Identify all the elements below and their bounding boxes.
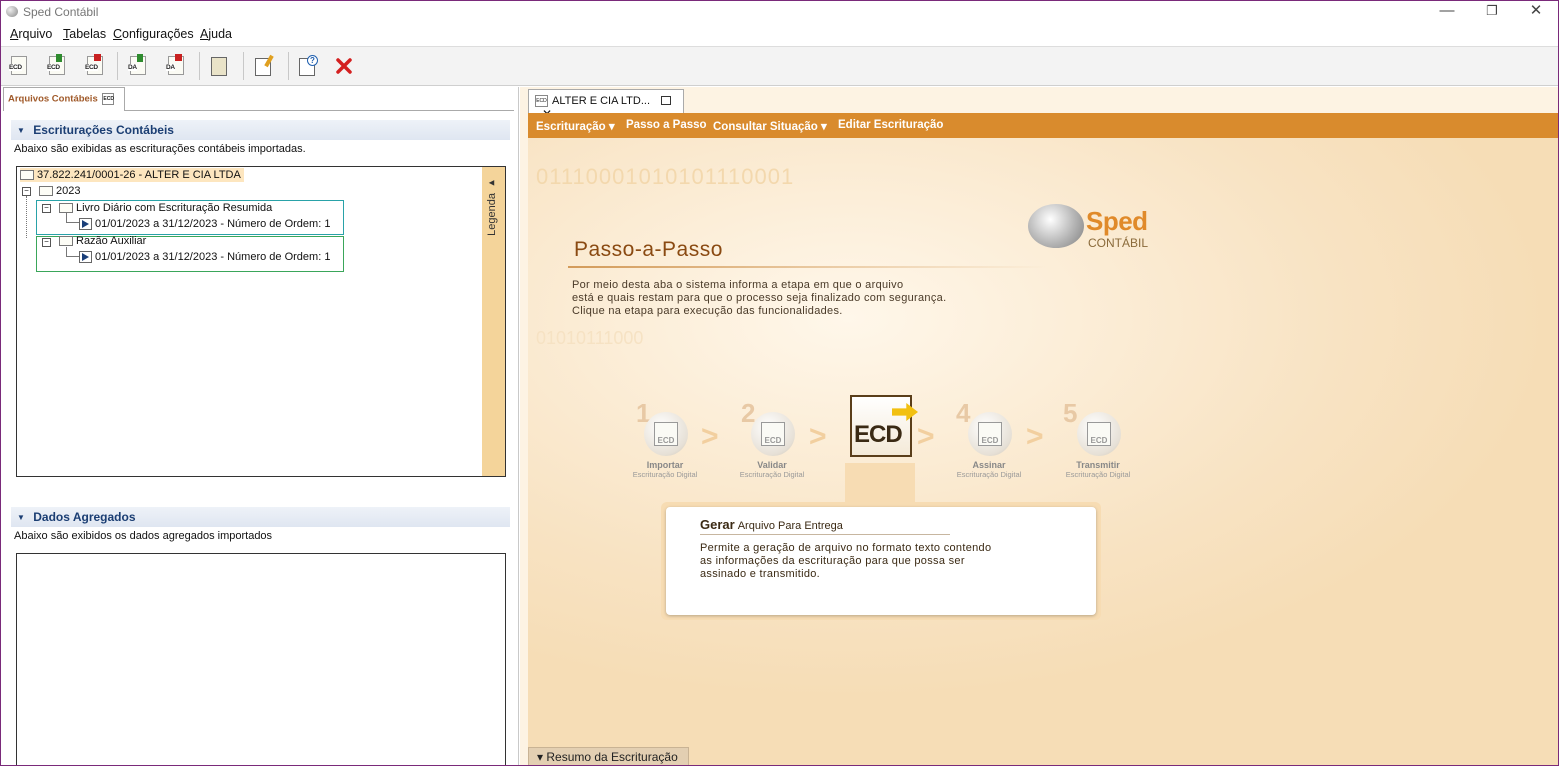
ecd-generate-icon: ECD: [854, 421, 903, 448]
dados-agregados-list: [16, 553, 506, 765]
step-info-box: Gerar Arquivo Para Entrega Permite a gera…: [661, 502, 1101, 620]
folder-icon: [20, 170, 34, 181]
tab-arquivos-contabeis[interactable]: Arquivos Contábeis ECD: [3, 87, 125, 111]
ecd-transmit-icon: ECD: [1087, 422, 1111, 446]
toolbar: ECD ECD ECD DA DA ?: [1, 46, 1558, 86]
minimize-button[interactable]: —: [1424, 1, 1470, 23]
document-flag-icon: [79, 251, 92, 264]
app-icon: [6, 6, 18, 17]
ecd-import-icon: ECD: [654, 422, 678, 446]
tree-node-livro-diario-period[interactable]: 01/01/2023 a 31/12/2023 - Número de Orde…: [79, 218, 330, 231]
chevron-right-icon: >: [701, 420, 719, 453]
orange-menu-bar: Escrituração ▾ Passo a Passo Consultar S…: [528, 113, 1558, 138]
tree-node-livro-diario[interactable]: Livro Diário com Escrituração Resumida: [59, 202, 272, 214]
section-dados-agregados-header[interactable]: ▼ Dados Agregados: [11, 507, 510, 527]
info-heading: Gerar Arquivo Para Entrega: [700, 517, 843, 532]
clipboard-button[interactable]: [208, 55, 230, 77]
collapse-icon[interactable]: −: [42, 204, 51, 213]
menu-bar: Arquivo Tabelas Configurações Ajuda: [1, 23, 1558, 45]
passo-a-passo-panel: 01110001010101110001 01010111000 Sped CO…: [528, 138, 1558, 765]
menu-arquivo[interactable]: Arquivo: [10, 27, 52, 41]
menu-consultar-situacao[interactable]: Consultar Situação ▾: [713, 119, 827, 133]
folder-icon: [59, 236, 73, 247]
tree-node-razao-auxiliar[interactable]: Razão Auxiliar: [59, 235, 146, 247]
folder-icon: [39, 186, 53, 197]
tree-node-year[interactable]: 2023: [39, 185, 80, 197]
ecd-tab-icon: ECD: [535, 95, 548, 108]
ecd-validate-icon: ECD: [761, 422, 785, 446]
legend-sidebar[interactable]: Legenda ▸: [482, 167, 505, 476]
menu-tabelas[interactable]: Tabelas: [63, 27, 106, 41]
title-bar: Sped Contábil — ❐ ✕: [1, 1, 1558, 23]
chevron-right-icon: >: [1026, 420, 1044, 453]
settings-button[interactable]: [253, 54, 275, 77]
new-ecd-button[interactable]: ECD: [8, 55, 30, 77]
tree-node-razao-period[interactable]: 01/01/2023 a 31/12/2023 - Número de Orde…: [79, 251, 330, 264]
help-button[interactable]: ?: [297, 55, 319, 77]
window-title: Sped Contábil: [23, 5, 99, 19]
resumo-escrituracao-toggle[interactable]: ▾ Resumo da Escrituração: [528, 747, 689, 765]
page-title: Passo-a-Passo: [574, 238, 723, 261]
delete-ecd-button[interactable]: ECD: [84, 54, 106, 77]
escrituracoes-tree: 37.822.241/0001-26 - ALTER E CIA LTDA − …: [16, 166, 506, 477]
folder-icon: [59, 203, 73, 214]
section-dados-agregados-desc: Abaixo são exibidos os dados agregados i…: [14, 530, 273, 542]
binary-decoration-2: 01010111000: [536, 328, 644, 348]
menu-configuracoes[interactable]: Configurações: [113, 27, 194, 41]
menu-escrituracao[interactable]: Escrituração ▾: [536, 119, 615, 133]
maximize-tab-icon[interactable]: [661, 96, 672, 105]
exit-button[interactable]: [333, 55, 355, 77]
import-da-button[interactable]: DA: [127, 54, 149, 77]
tree-node-company[interactable]: 37.822.241/0001-26 - ALTER E CIA LTDA: [20, 168, 244, 182]
document-flag-icon: [79, 218, 92, 231]
delete-da-button[interactable]: DA: [165, 54, 187, 77]
collapse-icon[interactable]: −: [42, 238, 51, 247]
app-window: Sped Contábil — ❐ ✕ Arquivo Tabelas Conf…: [0, 0, 1559, 766]
step-gerar-current[interactable]: ECD: [850, 395, 918, 457]
chevron-right-icon: >: [809, 420, 827, 453]
collapse-arrow-icon: ▼: [17, 513, 25, 522]
step-transmitir[interactable]: 5 ECD Transmitir Escrituração Digital: [1043, 398, 1153, 486]
import-ecd-button[interactable]: ECD: [46, 54, 68, 77]
binary-decoration: 01110001010101110001: [536, 164, 795, 189]
arrow-right-icon: [892, 403, 918, 421]
menu-ajuda[interactable]: Ajuda: [200, 27, 232, 41]
close-x-icon: [336, 58, 352, 74]
ecd-doc-icon: ECD: [9, 56, 27, 75]
chevron-right-icon: >: [917, 420, 935, 453]
close-window-button[interactable]: ✕: [1513, 1, 1558, 23]
section-escrituracoes-header[interactable]: ▼ Escriturações Contábeis: [11, 120, 510, 140]
sped-sphere-icon: [1028, 204, 1084, 248]
ecd-sign-icon: ECD: [978, 422, 1002, 446]
collapse-arrow-icon: ▼: [17, 126, 25, 135]
clipboard-icon: [211, 57, 227, 76]
section-escrituracoes-desc: Abaixo são exibidas as escriturações con…: [14, 143, 306, 155]
left-pane: Arquivos Contábeis ECD ▼ Escriturações C…: [1, 87, 519, 765]
tab-alter-e-cia[interactable]: ECDALTER E CIA LTD... ✕: [528, 89, 684, 121]
restore-button[interactable]: ❐: [1469, 1, 1515, 23]
menu-editar-escrituracao[interactable]: Editar Escrituração: [838, 119, 943, 131]
collapse-icon[interactable]: −: [22, 187, 31, 196]
right-pane: ECDALTER E CIA LTD... ✕ Escrituração ▾ P…: [520, 87, 1558, 765]
menu-passo-a-passo[interactable]: Passo a Passo: [626, 119, 707, 131]
ecd-tab-icon: ECD: [102, 93, 115, 105]
sped-contabil-logo: Sped CONTÁBIL: [1028, 201, 1148, 261]
info-description: Permite a geração de arquivo no formato …: [700, 542, 992, 580]
page-description: Por meio desta aba o sistema informa a e…: [572, 279, 947, 317]
